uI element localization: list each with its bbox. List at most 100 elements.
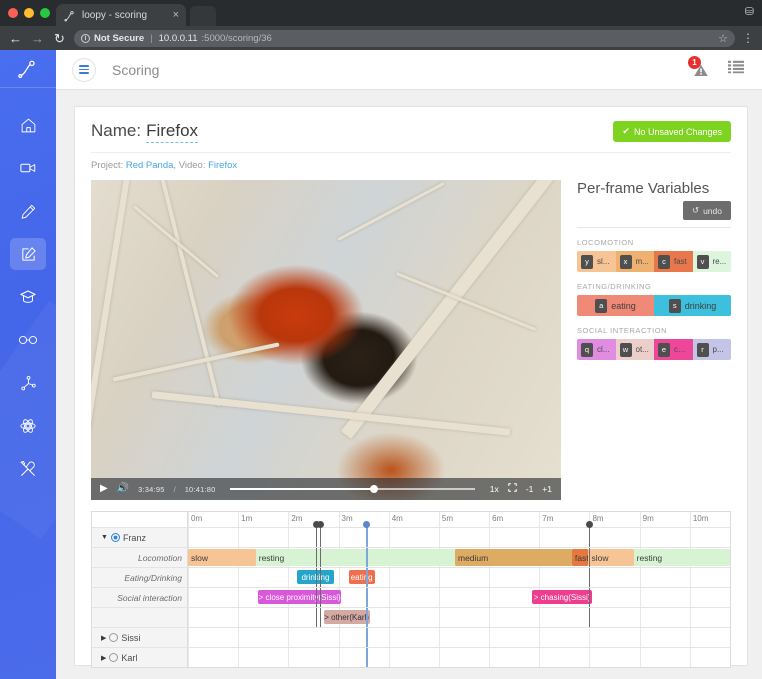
track-row-eating-drinking[interactable]: Eating/Drinking drinkingeating [92, 568, 730, 588]
variable-button-drinking[interactable]: s drinking [654, 295, 731, 316]
browser-menu-icon[interactable]: ⋮ [742, 32, 754, 44]
timeline-event[interactable]: > other(Karl) [323, 610, 370, 624]
timeline-playhead[interactable] [366, 548, 368, 567]
timeline-playhead[interactable] [363, 521, 371, 547]
volume-icon[interactable]: 🔊 [117, 484, 129, 494]
alert-upload-icon[interactable]: 1 [688, 55, 710, 79]
timeline-segment[interactable]: resting [255, 549, 455, 566]
timeline-event[interactable]: > chasing(Sissi) [531, 590, 593, 604]
timeline-event[interactable]: > close proximity(Sissi) [258, 590, 342, 604]
timeline-marker[interactable] [315, 548, 317, 567]
timeline-marker[interactable] [586, 521, 594, 547]
timeline-marker[interactable] [316, 521, 324, 547]
subject-toggle-karl[interactable]: ▶ Karl [97, 653, 137, 663]
variable-button-locomotion-fast[interactable]: c fast [654, 251, 693, 272]
sidebar-item-edit[interactable] [10, 195, 46, 227]
tab-close-icon[interactable]: × [169, 9, 179, 21]
playback-speed-button[interactable]: 1x [490, 484, 499, 494]
timeline-track-social-interaction[interactable]: > close proximity(Sissi) > chasing(Sissi) [188, 588, 730, 607]
timeline-playhead[interactable] [366, 628, 368, 647]
timeline-marker[interactable] [315, 608, 317, 627]
timeline-marker[interactable] [315, 568, 317, 587]
timeline-segment[interactable]: medium [454, 549, 572, 566]
fullscreen-icon[interactable] [507, 483, 517, 495]
timeline-segment[interactable]: resting [633, 549, 730, 566]
timeline-marker[interactable] [589, 588, 591, 607]
video-seek-slider[interactable] [230, 485, 475, 493]
timeline[interactable]: 0m 1m 2m 3m 4m 5m 6m 7m 8m 9m 10m ▼ Franz [91, 511, 731, 668]
timeline-segment[interactable]: slow [188, 549, 256, 566]
timeline-playhead[interactable] [366, 648, 368, 667]
track-row-social-interaction-overflow[interactable]: > other(Karl) [92, 608, 730, 628]
maximize-window-button[interactable] [40, 8, 50, 18]
timeline-marker[interactable] [319, 548, 321, 567]
back-button[interactable]: ← [8, 32, 23, 45]
close-window-button[interactable] [8, 8, 18, 18]
subject-row-karl[interactable]: ▶ Karl [92, 648, 730, 667]
variable-button-chasing[interactable]: e ch... [654, 339, 693, 360]
subject-cell-sissi[interactable]: ▶ Sissi [92, 628, 188, 647]
caret-down-icon[interactable]: ▼ [101, 534, 108, 541]
timeline-marker[interactable] [312, 521, 320, 547]
video-surface[interactable]: ▶ 🔊 3:34:95 / 10:41:80 1x -1 +1 [91, 180, 561, 500]
list-icon[interactable] [728, 60, 744, 79]
subject-row-sissi[interactable]: ▶ Sissi [92, 628, 730, 648]
subject-toggle-franz[interactable]: ▼ Franz [97, 533, 146, 543]
subject-radio-sissi[interactable] [109, 633, 119, 642]
browser-tab[interactable]: loopy - scoring × [56, 4, 186, 26]
timeline-grid-karl[interactable] [188, 648, 730, 667]
timeline-event[interactable]: eating [348, 570, 375, 584]
sidebar-item-training[interactable] [10, 281, 46, 313]
timeline-segment[interactable]: slow [588, 549, 634, 566]
address-bar[interactable]: i Not Secure | 10.0.0.11 :5000/scoring/3… [74, 29, 735, 47]
hamburger-icon[interactable] [72, 57, 96, 82]
track-row-locomotion[interactable]: Locomotion slow resting medium fast slow rest… [92, 548, 730, 568]
timeline-track-eating-drinking[interactable]: drinkingeating [188, 568, 730, 587]
variable-button-other[interactable]: w ot... [615, 339, 654, 360]
caret-right-icon[interactable]: ▶ [101, 634, 106, 642]
sidebar-item-tools[interactable] [10, 453, 46, 485]
timeline-grid-sissi[interactable] [188, 628, 730, 647]
play-icon[interactable]: ▶ [100, 484, 108, 494]
timeline-track-locomotion[interactable]: slow resting medium fast slow resting [188, 548, 730, 567]
timeline-marker[interactable] [319, 568, 321, 587]
sidebar-item-models[interactable] [10, 410, 46, 442]
step-back-button[interactable]: -1 [526, 484, 534, 494]
variable-button-proximity[interactable]: r p... [692, 339, 731, 360]
forward-button[interactable]: → [30, 32, 45, 45]
timeline-marker[interactable] [319, 608, 321, 627]
subject-row-franz[interactable]: ▼ Franz [92, 521, 730, 548]
sidebar-item-home[interactable] [10, 109, 46, 141]
variable-button-locomotion-slow[interactable]: y sl... [577, 251, 616, 272]
subject-cell-franz[interactable]: ▼ Franz [92, 528, 188, 547]
timeline-marker[interactable] [319, 588, 321, 607]
subject-radio-karl[interactable] [109, 653, 119, 662]
window-traffic-lights[interactable] [8, 8, 50, 18]
timeline-marker[interactable] [589, 608, 591, 627]
subject-toggle-sissi[interactable]: ▶ Sissi [97, 633, 140, 643]
new-tab-button[interactable] [190, 6, 216, 26]
timeline-grid-franz-head[interactable] [188, 521, 730, 547]
timeline-playhead[interactable] [366, 608, 368, 627]
name-field[interactable]: Firefox [146, 121, 199, 143]
seek-handle[interactable] [369, 485, 378, 493]
step-forward-button[interactable]: +1 [542, 484, 552, 494]
reload-button[interactable]: ↻ [52, 32, 67, 45]
timeline-playhead[interactable] [366, 588, 368, 607]
timeline-marker-head[interactable] [316, 521, 324, 528]
timeline-marker[interactable] [315, 588, 317, 607]
breadcrumb-project-link[interactable]: Red Panda [126, 160, 174, 171]
video-player[interactable]: ▶ 🔊 3:34:95 / 10:41:80 1x -1 +1 [91, 180, 561, 500]
timeline-marker[interactable] [589, 568, 591, 587]
timeline-playhead[interactable] [366, 568, 368, 587]
variable-button-locomotion-resting[interactable]: v re... [692, 251, 731, 272]
sidebar-item-videos[interactable] [10, 152, 46, 184]
undo-button[interactable]: ↺ undo [682, 201, 731, 220]
timeline-track-social-overflow[interactable]: > other(Karl) [188, 608, 730, 627]
caret-right-icon[interactable]: ▶ [101, 654, 106, 662]
info-icon[interactable]: i [81, 33, 90, 43]
sidebar-logo[interactable] [0, 50, 56, 88]
variable-button-eating[interactable]: a eating [577, 295, 654, 316]
sidebar-item-network[interactable] [10, 367, 46, 399]
subject-radio-franz[interactable] [110, 533, 120, 542]
